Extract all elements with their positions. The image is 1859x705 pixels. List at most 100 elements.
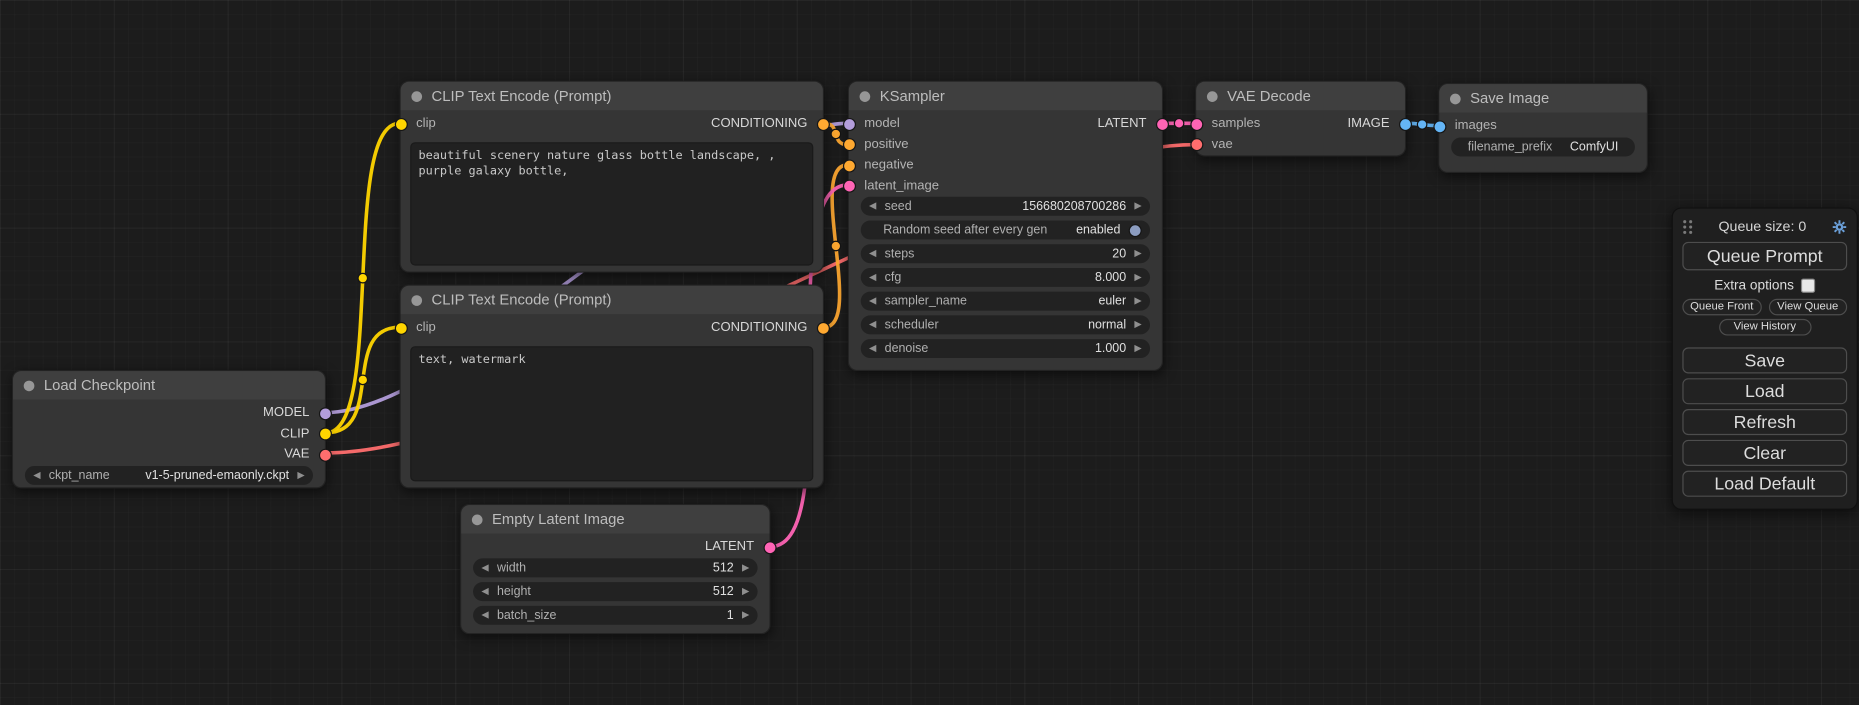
widget-height[interactable]: ◀ height 512 ▶ (473, 582, 758, 601)
widget-label: scheduler (885, 318, 939, 332)
widget-decrement-icon[interactable]: ◀ (481, 582, 488, 601)
input-port-latent-image[interactable] (842, 180, 855, 193)
node-save-image[interactable]: Save Image images filename_prefix ComfyU… (1438, 83, 1648, 173)
output-port-conditioning[interactable] (816, 118, 829, 131)
collapse-dot-icon[interactable] (411, 295, 422, 306)
collapse-dot-icon[interactable] (24, 380, 35, 391)
queue-front-button[interactable]: Queue Front (1682, 299, 1761, 316)
node-title-bar[interactable]: Save Image (1439, 84, 1646, 112)
input-port-vae[interactable] (1190, 138, 1203, 151)
widget-seed[interactable]: ◀ seed 156680208700286 ▶ (861, 197, 1150, 216)
node-clip-text-encode-positive[interactable]: CLIP Text Encode (Prompt) clip CONDITION… (400, 81, 824, 273)
collapse-dot-icon[interactable] (860, 91, 871, 102)
node-title-bar[interactable]: Load Checkpoint (13, 371, 325, 399)
widget-value: normal (1088, 318, 1126, 332)
widget-label: seed (885, 199, 912, 213)
input-port-samples[interactable] (1190, 118, 1203, 131)
output-port-model[interactable] (318, 407, 331, 420)
widget-decrement-icon[interactable]: ◀ (481, 605, 488, 624)
node-title-bar[interactable]: Empty Latent Image (461, 505, 769, 533)
node-title: Save Image (1470, 90, 1549, 107)
extra-options-checkbox[interactable] (1801, 279, 1815, 293)
input-port-images[interactable] (1433, 120, 1446, 133)
widget-label: filename_prefix (1468, 139, 1552, 153)
output-port-clip[interactable] (318, 428, 331, 441)
widget-denoise[interactable]: ◀ denoise 1.000 ▶ (861, 339, 1150, 358)
input-port-positive[interactable] (842, 138, 855, 151)
output-port-conditioning[interactable] (816, 322, 829, 335)
input-port-negative[interactable] (842, 159, 855, 172)
link-midpoint-dot (1417, 120, 1426, 129)
output-port-latent[interactable] (763, 541, 776, 554)
widget-decrement-icon[interactable]: ◀ (869, 292, 876, 311)
view-queue-button[interactable]: View Queue (1768, 299, 1847, 316)
node-load-checkpoint[interactable]: Load Checkpoint MODEL CLIP VAE ◀ ckpt_na… (12, 370, 326, 489)
output-label-image: IMAGE (1347, 114, 1389, 135)
load-default-button[interactable]: Load Default (1682, 471, 1847, 497)
node-title-bar[interactable]: CLIP Text Encode (Prompt) (401, 82, 823, 110)
widget-cfg[interactable]: ◀ cfg 8.000 ▶ (861, 268, 1150, 287)
node-ksampler[interactable]: KSampler model LATENT positive negative … (848, 81, 1163, 371)
widget-increment-icon[interactable]: ▶ (742, 558, 749, 577)
widget-sampler-name[interactable]: ◀ sampler_name euler ▶ (861, 292, 1150, 311)
output-label-conditioning: CONDITIONING (711, 114, 807, 135)
load-button[interactable]: Load (1682, 378, 1847, 404)
drag-handle-icon[interactable] (1682, 219, 1693, 234)
collapse-dot-icon[interactable] (1207, 91, 1218, 102)
node-title: KSampler (880, 88, 945, 105)
view-history-button[interactable]: View History (1719, 319, 1811, 336)
widget-value: 8.000 (1095, 270, 1126, 284)
output-port-image[interactable] (1398, 118, 1411, 131)
widget-filename-prefix[interactable]: filename_prefix ComfyUI (1451, 137, 1635, 156)
input-port-model[interactable] (842, 118, 855, 131)
clear-button[interactable]: Clear (1682, 440, 1847, 466)
toggle-dot-icon[interactable] (1129, 223, 1142, 236)
widget-decrement-icon[interactable]: ◀ (869, 315, 876, 334)
collapse-dot-icon[interactable] (411, 91, 422, 102)
collapse-dot-icon[interactable] (1450, 93, 1461, 104)
node-graph-canvas[interactable]: Load Checkpoint MODEL CLIP VAE ◀ ckpt_na… (0, 0, 1859, 705)
output-port-vae[interactable] (318, 448, 331, 461)
output-port-latent[interactable] (1155, 118, 1168, 131)
link-midpoint-dot (358, 273, 367, 282)
widget-batch-size[interactable]: ◀ batch_size 1 ▶ (473, 605, 758, 624)
node-clip-text-encode-negative[interactable]: CLIP Text Encode (Prompt) clip CONDITION… (400, 285, 824, 489)
node-title-bar[interactable]: CLIP Text Encode (Prompt) (401, 286, 823, 314)
node-title-bar[interactable]: VAE Decode (1196, 82, 1405, 110)
widget-increment-icon[interactable]: ▶ (297, 465, 304, 484)
widget-increment-icon[interactable]: ▶ (1134, 339, 1141, 358)
widget-scheduler[interactable]: ◀ scheduler normal ▶ (861, 315, 1150, 334)
widget-decrement-icon[interactable]: ◀ (869, 339, 876, 358)
widget-steps[interactable]: ◀ steps 20 ▶ (861, 244, 1150, 263)
widget-ckpt-name[interactable]: ◀ ckpt_name v1-5-pruned-emaonly.ckpt ▶ (25, 465, 313, 484)
node-title-bar[interactable]: KSampler (849, 82, 1162, 110)
prompt-textarea[interactable]: text, watermark (410, 346, 813, 481)
refresh-button[interactable]: Refresh (1682, 409, 1847, 435)
node-empty-latent-image[interactable]: Empty Latent Image LATENT ◀ width 512 ▶ … (460, 504, 771, 634)
widget-increment-icon[interactable]: ▶ (1134, 268, 1141, 287)
queue-prompt-button[interactable]: Queue Prompt (1682, 242, 1847, 270)
widget-random-seed-toggle[interactable]: Random seed after every gen enabled (861, 221, 1150, 240)
node-vae-decode[interactable]: VAE Decode samples IMAGE vae (1195, 81, 1406, 157)
prompt-textarea[interactable]: beautiful scenery nature glass bottle la… (410, 142, 813, 265)
widget-increment-icon[interactable]: ▶ (1134, 197, 1141, 216)
input-port-clip[interactable] (394, 322, 407, 335)
widget-increment-icon[interactable]: ▶ (742, 582, 749, 601)
widget-decrement-icon[interactable]: ◀ (869, 268, 876, 287)
widget-increment-icon[interactable]: ▶ (1134, 292, 1141, 311)
widget-decrement-icon[interactable]: ◀ (869, 197, 876, 216)
widget-increment-icon[interactable]: ▶ (742, 605, 749, 624)
widget-width[interactable]: ◀ width 512 ▶ (473, 558, 758, 577)
widget-value: ComfyUI (1570, 139, 1618, 153)
widget-decrement-icon[interactable]: ◀ (33, 465, 40, 484)
save-button[interactable]: Save (1682, 347, 1847, 373)
collapse-dot-icon[interactable] (472, 514, 483, 525)
input-port-clip[interactable] (394, 118, 407, 131)
settings-gear-icon[interactable] (1832, 219, 1847, 234)
widget-decrement-icon[interactable]: ◀ (869, 244, 876, 263)
output-label-latent: LATENT (705, 537, 754, 558)
widget-decrement-icon[interactable]: ◀ (481, 558, 488, 577)
widget-increment-icon[interactable]: ▶ (1134, 315, 1141, 334)
widget-increment-icon[interactable]: ▶ (1134, 244, 1141, 263)
widget-value: 20 (1112, 247, 1126, 261)
